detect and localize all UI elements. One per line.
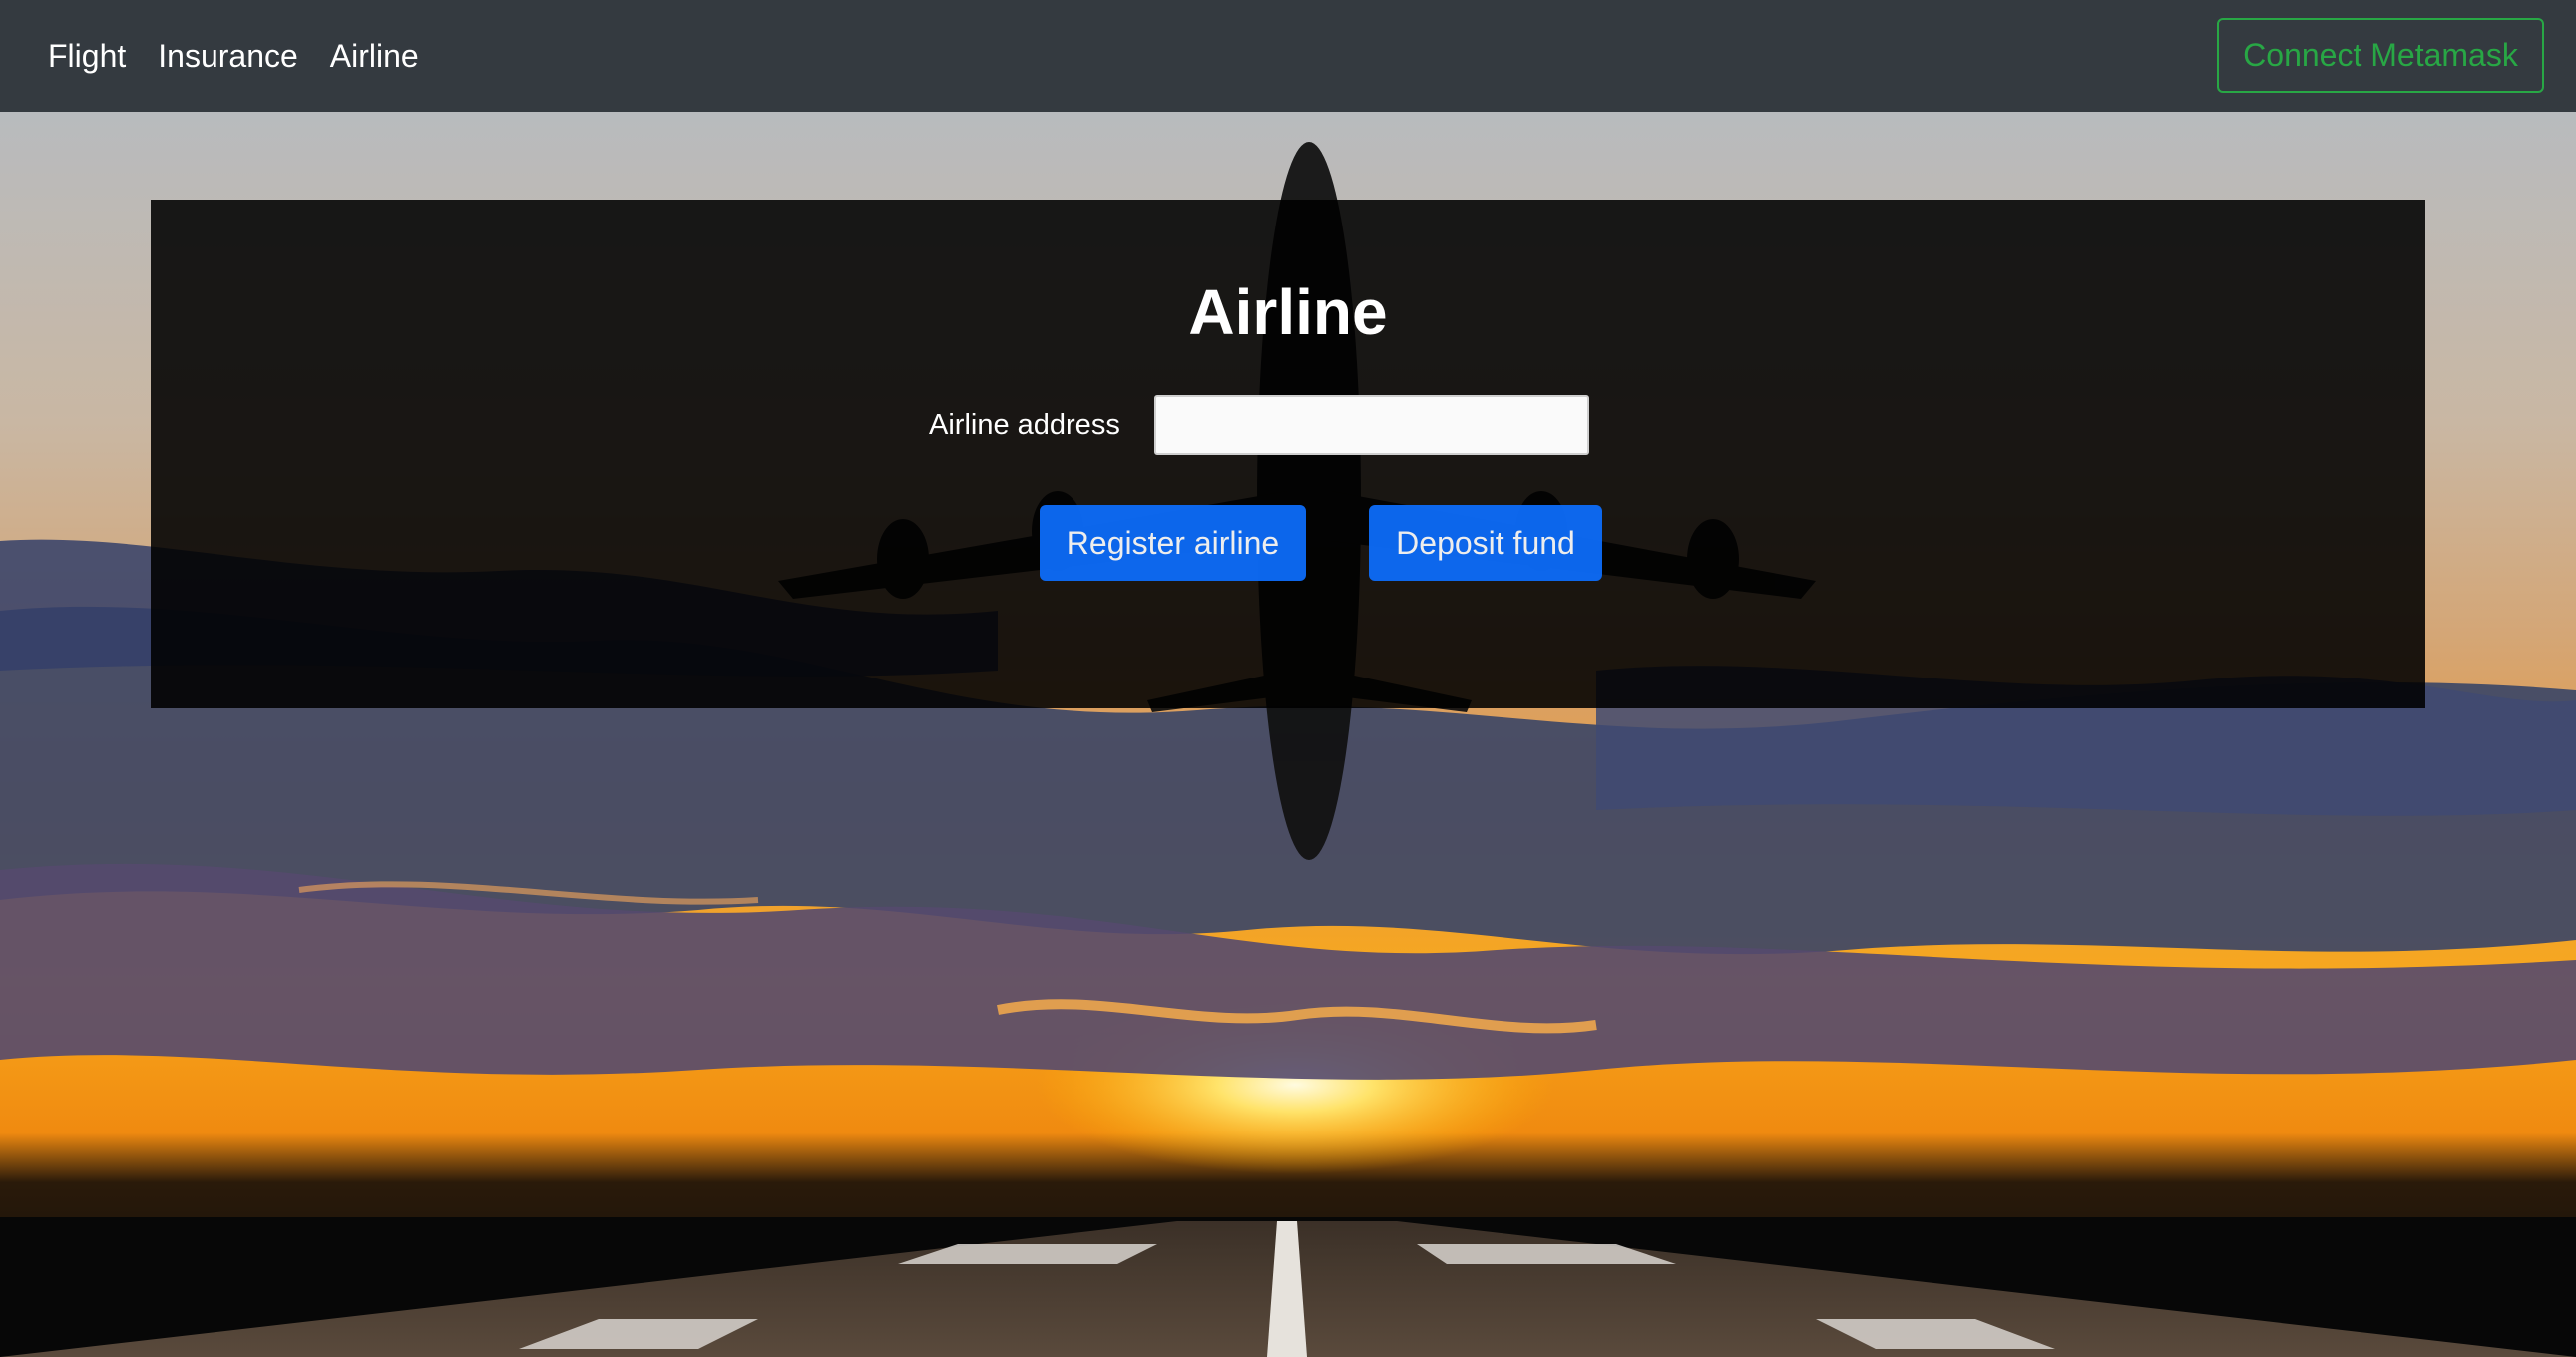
connect-metamask-button[interactable]: Connect Metamask <box>2217 18 2544 93</box>
card-title: Airline <box>1188 276 1388 348</box>
nav-link-airline[interactable]: Airline <box>330 38 419 75</box>
page: Flight Insurance Airline Connect Metamas… <box>0 0 2576 1357</box>
nav-link-flight[interactable]: Flight <box>48 38 126 75</box>
airline-address-input[interactable] <box>1154 395 1589 455</box>
airline-address-label: Airline address <box>929 409 1120 441</box>
navbar: Flight Insurance Airline Connect Metamas… <box>0 0 2576 112</box>
deposit-fund-button[interactable]: Deposit fund <box>1369 505 1602 581</box>
nav-link-insurance[interactable]: Insurance <box>158 38 298 75</box>
nav-links: Flight Insurance Airline <box>48 38 451 75</box>
register-airline-button[interactable]: Register airline <box>1040 505 1306 581</box>
airline-card: Airline Airline address Register airline… <box>151 200 2425 708</box>
